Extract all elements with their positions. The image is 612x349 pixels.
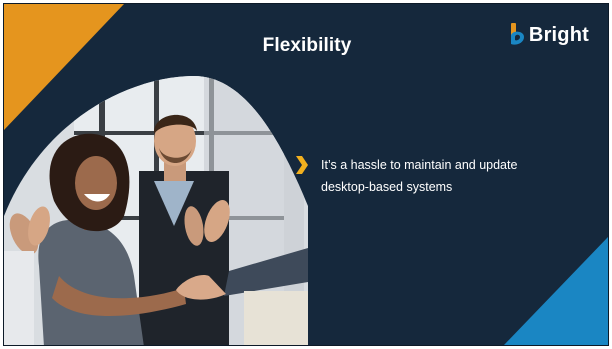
bright-b-icon bbox=[510, 23, 524, 45]
slide: Flexibility Bright It’s a hassle to main… bbox=[3, 3, 609, 346]
bright-logo: Bright bbox=[509, 23, 589, 47]
logo-text: Bright bbox=[528, 24, 589, 46]
chevron-right-icon bbox=[296, 156, 308, 174]
blue-corner-accent bbox=[504, 237, 608, 345]
bullet-text: It’s a hassle to maintain and update des… bbox=[321, 158, 518, 194]
bullet-item: It’s a hassle to maintain and update des… bbox=[292, 154, 561, 198]
business-team-photo bbox=[4, 76, 308, 345]
presentation-page: Flexibility Bright It’s a hassle to main… bbox=[0, 0, 612, 349]
